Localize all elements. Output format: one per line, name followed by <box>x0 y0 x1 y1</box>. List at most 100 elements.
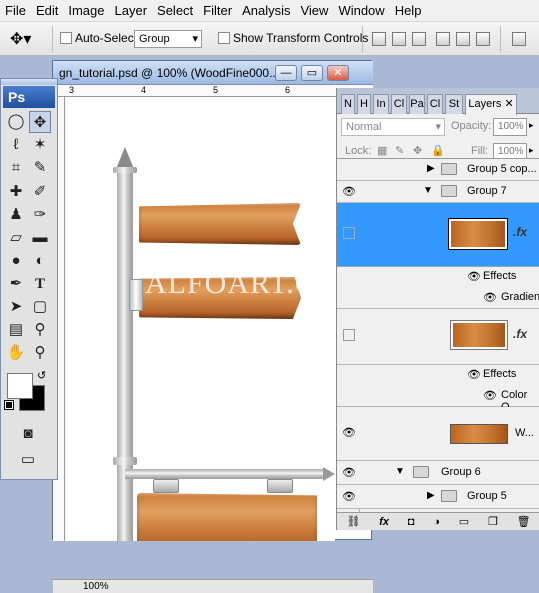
fx-icon[interactable]: .fx <box>513 225 527 239</box>
gradient-tool-icon[interactable]: ▬ <box>29 227 51 249</box>
layer-row[interactable]: .fx <box>337 309 539 365</box>
pen-tool-icon[interactable]: ✒ <box>5 273 27 295</box>
lock-position-icon[interactable]: ✥ <box>413 144 422 157</box>
notes-tool-icon[interactable]: ▤ <box>5 319 27 341</box>
lock-all-icon[interactable]: 🔒 <box>431 144 445 157</box>
effect-row[interactable]: 👁 Gradien... <box>337 287 539 309</box>
auto-select-dropdown[interactable]: Group ▾ <box>134 30 202 48</box>
align-hcenter-icon[interactable] <box>456 32 470 46</box>
effect-eye-icon[interactable]: 👁 <box>483 291 497 304</box>
canvas[interactable]: ALFOART.COM <box>65 97 335 541</box>
hand-tool-icon[interactable]: ✋ <box>5 342 27 364</box>
align-vcenter-icon[interactable] <box>392 32 406 46</box>
magic-wand-icon[interactable]: ✶ <box>29 134 51 156</box>
eyedropper-tool-icon[interactable]: ✎ <box>29 157 51 179</box>
horizontal-ruler[interactable]: 3 4 5 6 <box>53 85 373 97</box>
chevron-right-icon[interactable]: ▸ <box>529 120 534 131</box>
menu-edit[interactable]: Edit <box>31 0 63 22</box>
tab-info[interactable]: In <box>373 94 389 114</box>
align-left-icon[interactable] <box>436 32 450 46</box>
menu-analysis[interactable]: Analysis <box>237 0 295 22</box>
align-right-icon[interactable] <box>476 32 490 46</box>
expand-arrow-icon[interactable]: ▶ <box>427 490 435 501</box>
trash-icon[interactable]: 🗑 <box>517 515 531 528</box>
effects-eye-icon[interactable]: 👁 <box>467 368 481 381</box>
brush-tool-icon[interactable]: ✐ <box>29 181 51 203</box>
align-top-icon[interactable] <box>372 32 386 46</box>
quick-mask-icon[interactable]: ◙ <box>17 423 39 445</box>
blend-mode-dropdown[interactable]: Normal ▾ <box>341 118 445 136</box>
layer-row[interactable]: 👁 W... <box>337 407 539 461</box>
menu-layer[interactable]: Layer <box>110 0 153 22</box>
toolbox-grip[interactable] <box>1 79 57 85</box>
collapse-arrow-icon[interactable]: ▼ <box>423 185 433 196</box>
layer-row-selected[interactable]: .fx <box>337 203 539 267</box>
visibility-toggle[interactable] <box>343 329 355 341</box>
effects-row[interactable]: 👁 Effects <box>337 267 539 287</box>
eyedropper-icon[interactable]: ⚲ <box>29 319 51 341</box>
layer-row[interactable]: 👁 ▼ Group 7 <box>337 181 539 203</box>
effect-row[interactable]: 👁 Color O... <box>337 385 539 413</box>
shape-tool-icon[interactable]: ▢ <box>29 296 51 318</box>
eye-icon[interactable]: 👁 <box>341 489 357 505</box>
mask-icon[interactable]: ◘ <box>408 516 415 528</box>
eye-icon[interactable]: 👁 <box>341 465 357 481</box>
dodge-tool-icon[interactable]: ◐ <box>29 250 51 272</box>
marquee-tool-icon[interactable]: ◯ <box>5 111 27 133</box>
healing-brush-icon[interactable]: ✚ <box>5 181 27 203</box>
history-brush-icon[interactable]: ✑ <box>29 204 51 226</box>
tab-navigator[interactable]: N <box>341 94 355 114</box>
menu-view[interactable]: View <box>295 0 333 22</box>
default-colors-icon[interactable] <box>4 400 14 410</box>
move-tool-icon[interactable]: ✥ <box>29 111 51 133</box>
blur-tool-icon[interactable]: ● <box>5 250 27 272</box>
clone-stamp-icon[interactable]: ♟ <box>5 204 27 226</box>
layer-row[interactable]: 👁 ▶ Group 5 <box>337 485 539 509</box>
layer-row[interactable]: 👁 ▼ Group 6 <box>337 461 539 485</box>
effects-eye-icon[interactable]: 👁 <box>467 270 481 283</box>
menu-select[interactable]: Select <box>152 0 198 22</box>
auto-select-checkbox[interactable] <box>60 32 72 44</box>
swap-colors-icon[interactable]: ↺ <box>37 369 46 382</box>
menu-image[interactable]: Image <box>63 0 109 22</box>
effect-eye-icon[interactable]: 👁 <box>483 389 497 402</box>
zoom-tool-icon[interactable]: ⚲ <box>29 342 51 364</box>
foreground-color-swatch-top[interactable] <box>7 373 33 399</box>
folder-icon[interactable]: ▭ <box>459 515 469 528</box>
maximize-button[interactable]: ▭ <box>301 65 323 81</box>
screen-mode-icon[interactable]: ▭ <box>17 449 39 471</box>
menu-window[interactable]: Window <box>333 0 389 22</box>
align-bottom-icon[interactable] <box>412 32 426 46</box>
lasso-tool-icon[interactable]: ℓ <box>5 134 27 156</box>
chevron-right-icon[interactable]: ▸ <box>529 145 534 156</box>
tab-color[interactable]: Cl <box>391 94 407 114</box>
lock-pixels-icon[interactable]: ✎ <box>395 144 404 157</box>
expand-arrow-icon[interactable]: ▶ <box>427 163 435 174</box>
effects-row[interactable]: 👁 Effects <box>337 365 539 385</box>
crop-tool-icon[interactable]: ⌗ <box>5 157 27 179</box>
show-transform-checkbox[interactable] <box>218 32 230 44</box>
eye-icon[interactable]: 👁 <box>341 184 357 200</box>
tab-layers[interactable]: Layers ✕ <box>465 94 517 115</box>
visibility-toggle[interactable] <box>343 227 355 239</box>
tab-channels[interactable]: Cl <box>427 94 443 114</box>
fx-icon[interactable]: .fx <box>513 327 527 341</box>
path-selection-icon[interactable]: ➤ <box>5 296 27 318</box>
menu-file[interactable]: File <box>0 0 31 22</box>
link-icon[interactable]: ⛓ <box>346 515 360 528</box>
close-icon[interactable]: ✕ <box>504 98 513 110</box>
close-button[interactable]: ✕ <box>327 65 349 81</box>
distribute-top-icon[interactable] <box>512 32 526 46</box>
minimize-button[interactable]: — <box>275 65 297 81</box>
menu-help[interactable]: Help <box>390 0 427 22</box>
layer-row[interactable]: ▶ Group 5 cop... <box>337 159 539 181</box>
tab-histogram[interactable]: H <box>357 94 371 114</box>
zoom-level[interactable]: 100% <box>83 581 109 592</box>
adjustment-icon[interactable]: ◑ <box>433 516 440 528</box>
type-tool-icon[interactable]: T <box>29 273 51 295</box>
opacity-field[interactable]: 100% <box>493 118 527 136</box>
menu-filter[interactable]: Filter <box>198 0 237 22</box>
move-tool-preset-icon[interactable]: ✥▾ <box>10 29 31 49</box>
tab-styles[interactable]: St <box>445 94 463 114</box>
eye-icon[interactable]: 👁 <box>341 425 357 441</box>
